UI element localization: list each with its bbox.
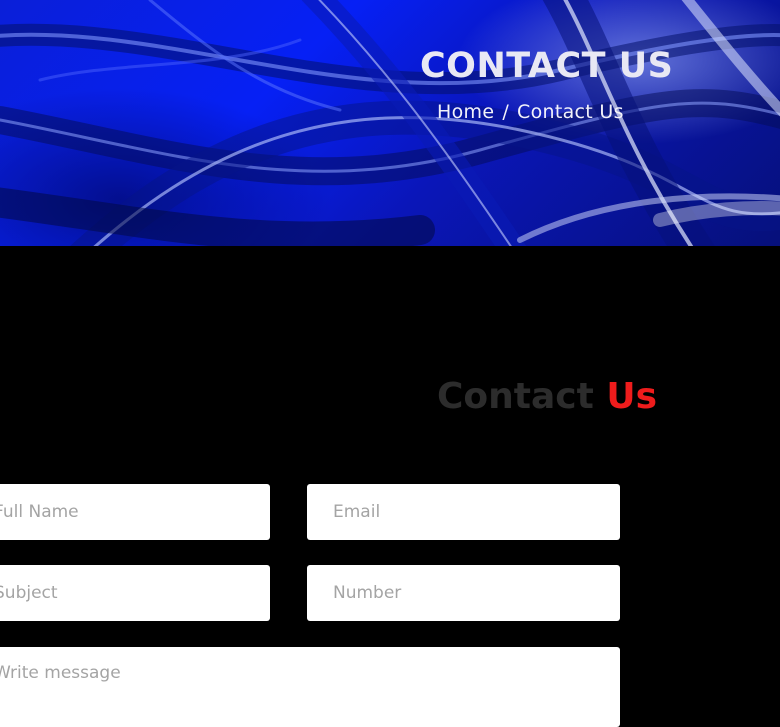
contact-heading-accent: Us [606, 376, 658, 417]
abstract-background-image [0, 0, 780, 246]
breadcrumb: Home / Contact Us [437, 101, 624, 123]
breadcrumb-home-link[interactable]: Home [437, 101, 494, 123]
contact-heading-main: Contact [437, 376, 594, 417]
contact-heading: Contact Us [437, 376, 657, 417]
message-textarea[interactable] [0, 647, 620, 727]
number-input[interactable] [307, 565, 620, 621]
breadcrumb-separator: / [502, 101, 510, 123]
subject-input[interactable] [0, 565, 270, 621]
email-input[interactable] [307, 484, 620, 540]
page-title: CONTACT US [420, 46, 674, 86]
page-banner: CONTACT US Home / Contact Us [0, 0, 780, 246]
full-name-input[interactable] [0, 484, 270, 540]
breadcrumb-current: Contact Us [517, 101, 624, 123]
